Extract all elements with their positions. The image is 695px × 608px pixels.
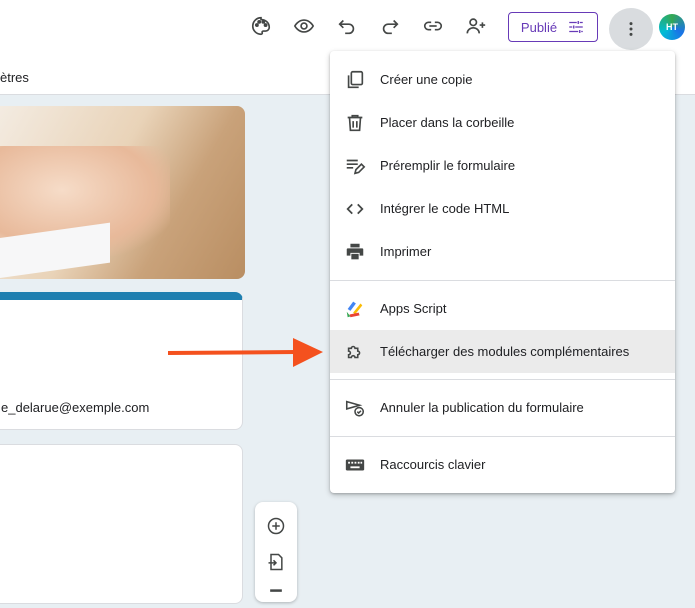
palette-icon[interactable] bbox=[245, 10, 277, 42]
menu-item-embed-html[interactable]: Intégrer le code HTML bbox=[330, 187, 675, 230]
menu-divider bbox=[330, 436, 675, 437]
apps-script-icon bbox=[343, 297, 367, 321]
menu-item-label: Placer dans la corbeille bbox=[380, 115, 515, 130]
link-icon[interactable] bbox=[417, 10, 449, 42]
undo-icon[interactable] bbox=[331, 10, 363, 42]
published-label: Publié bbox=[520, 19, 558, 35]
menu-item-label: Préremplir le formulaire bbox=[380, 158, 516, 173]
menu-item-label: Créer une copie bbox=[380, 72, 473, 87]
menu-item-prefill-form[interactable]: Préremplir le formulaire bbox=[330, 144, 675, 187]
menu-item-label: Annuler la publication du formulaire bbox=[380, 400, 584, 415]
menu-divider bbox=[330, 379, 675, 380]
top-bar: Publié HT bbox=[0, 0, 695, 56]
menu-item-label: Télécharger des modules complémentaires bbox=[380, 344, 630, 359]
prefill-icon bbox=[343, 154, 367, 178]
keyboard-icon bbox=[343, 453, 367, 477]
menu-divider bbox=[330, 280, 675, 281]
menu-item-make-copy[interactable]: Créer une copie bbox=[330, 58, 675, 101]
menu-item-label: Raccourcis clavier bbox=[380, 457, 486, 472]
more-vert-icon bbox=[629, 22, 633, 36]
menu-item-keyboard-shortcuts[interactable]: Raccourcis clavier bbox=[330, 443, 675, 486]
pointer-arrow bbox=[168, 338, 323, 367]
import-questions-icon[interactable] bbox=[264, 550, 288, 574]
menu-item-move-to-trash[interactable]: Placer dans la corbeille bbox=[330, 101, 675, 144]
header-image bbox=[0, 106, 245, 279]
add-person-icon[interactable] bbox=[460, 10, 492, 42]
menu-item-get-add-ons[interactable]: Télécharger des modules complémentaires bbox=[330, 330, 675, 373]
respondent-email: e_delarue@exemple.com bbox=[1, 400, 150, 415]
more-options-button[interactable] bbox=[609, 8, 653, 50]
print-icon bbox=[343, 240, 367, 264]
avatar[interactable]: HT bbox=[659, 14, 685, 40]
puzzle-icon bbox=[343, 340, 367, 364]
copy-icon bbox=[343, 68, 367, 92]
trash-icon bbox=[343, 111, 367, 135]
code-icon bbox=[343, 197, 367, 221]
menu-item-apps-script[interactable]: Apps Script bbox=[330, 287, 675, 330]
redo-icon[interactable] bbox=[374, 10, 406, 42]
unpublish-icon bbox=[343, 396, 367, 420]
menu-item-unpublish-form[interactable]: Annuler la publication du formulaire bbox=[330, 386, 675, 429]
tune-icon bbox=[569, 21, 583, 33]
title-icon[interactable] bbox=[264, 584, 288, 608]
tab-settings[interactable]: ètres bbox=[0, 70, 29, 85]
published-button[interactable]: Publié bbox=[508, 12, 598, 42]
add-question-icon[interactable] bbox=[264, 514, 288, 538]
menu-item-label: Imprimer bbox=[380, 244, 432, 259]
question-card[interactable] bbox=[0, 444, 243, 604]
more-options-menu: Créer une copie Placer dans la corbeille… bbox=[330, 51, 675, 493]
menu-item-label: Intégrer le code HTML bbox=[380, 201, 510, 216]
menu-item-print[interactable]: Imprimer bbox=[330, 230, 675, 273]
eye-icon[interactable] bbox=[288, 10, 320, 42]
menu-item-label: Apps Script bbox=[380, 301, 447, 316]
floating-toolbar bbox=[255, 502, 297, 602]
